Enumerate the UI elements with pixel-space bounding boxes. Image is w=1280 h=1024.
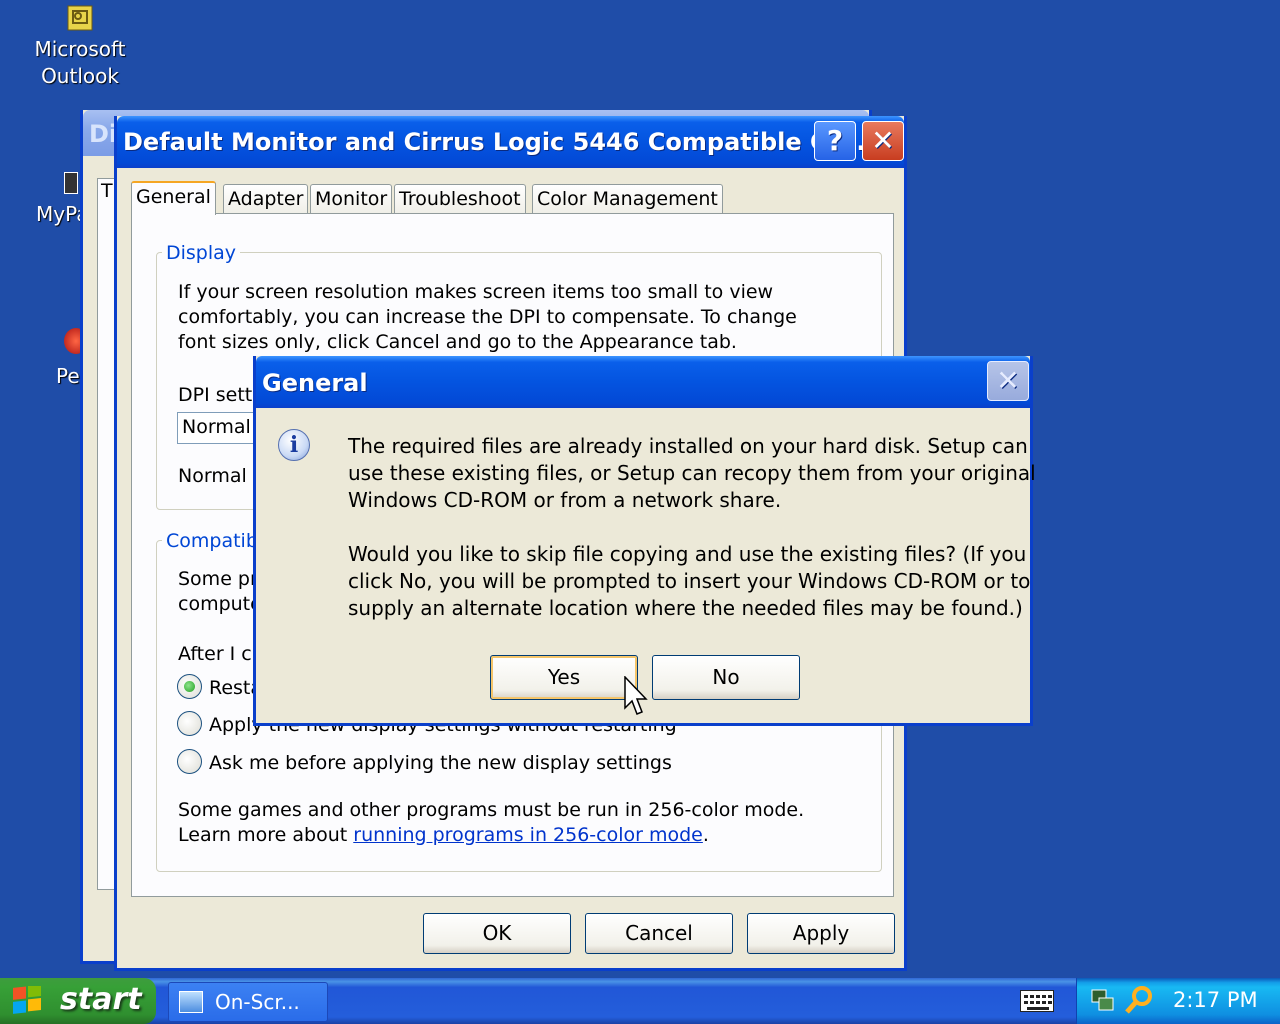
message-line: click No, you will be prompted to insert… — [348, 569, 1031, 593]
tab-label: Monitor — [315, 188, 388, 210]
radio-ask-label[interactable]: Ask me before applying the new display s… — [209, 751, 672, 776]
cancel-button[interactable]: Cancel — [585, 913, 733, 954]
start-button[interactable]: start — [0, 978, 156, 1024]
start-label: start — [60, 982, 142, 1017]
search-tray-icon[interactable] — [1123, 984, 1155, 1016]
clock: 2:17 PM — [1173, 988, 1258, 1012]
tab-label: Troubleshoot — [399, 188, 521, 210]
taskbar: start On-Scr... 2:17 PM — [0, 978, 1280, 1024]
keyboard-app-icon — [179, 991, 203, 1013]
help-icon: ? — [826, 124, 844, 157]
message-line: Windows CD-ROM or from a network share. — [348, 488, 782, 512]
message-line: Would you like to skip file copying and … — [348, 542, 1027, 566]
tab-label: Adapter — [228, 188, 304, 210]
dpi-setting-label: DPI setti — [178, 384, 258, 406]
network-tray-icon[interactable] — [1089, 986, 1117, 1014]
normal-size-label: Normal s — [178, 465, 263, 487]
close-icon: ✕ — [871, 124, 895, 157]
message-line: use these existing files, or Setup can r… — [348, 461, 1036, 485]
taskbar-item-on-screen-keyboard[interactable]: On-Scr... — [168, 982, 328, 1022]
desktop-icon-label: Microsoft — [34, 37, 126, 61]
no-label: No — [712, 665, 740, 689]
display-text-line: comfortably, you can increase the DPI to… — [178, 306, 797, 328]
compat-text-line: Some pr — [178, 568, 258, 590]
tab-color-management[interactable]: Color Management — [532, 184, 723, 213]
cancel-label: Cancel — [625, 921, 693, 945]
apply-label: Apply — [792, 921, 850, 945]
note-prefix: Learn more about — [178, 824, 354, 846]
setup-message-dialog[interactable]: General ✕ i The required files are alrea… — [253, 356, 1036, 726]
note-line-2: Learn more about running programs in 256… — [178, 823, 709, 848]
window-title: Default Monitor and Cirrus Logic 5446 Co… — [123, 128, 866, 156]
display-text-line: font sizes only, click Cancel and go to … — [178, 331, 737, 353]
tab-adapter[interactable]: Adapter — [223, 184, 309, 213]
display-group-title: Display — [162, 242, 241, 264]
keyboard-tray-icon[interactable] — [1020, 990, 1054, 1012]
windows-logo-icon — [12, 983, 42, 1016]
ok-label: OK — [482, 921, 512, 945]
yes-label: Yes — [547, 665, 581, 689]
compatibility-group-title: Compatib — [162, 530, 262, 552]
note-suffix: . — [702, 824, 709, 846]
dpi-select-value: Normal — [182, 416, 251, 438]
system-tray: 2:17 PM — [1076, 978, 1280, 1024]
apply-button[interactable]: Apply — [747, 913, 895, 954]
mouse-cursor-icon — [624, 675, 648, 718]
close-icon: ✕ — [996, 364, 1020, 397]
yes-button[interactable]: Yes — [490, 655, 638, 700]
outlook-icon — [66, 4, 94, 32]
radio-restart[interactable] — [177, 674, 202, 699]
window-title: Di — [89, 120, 118, 148]
tab-troubleshoot[interactable]: Troubleshoot — [394, 184, 526, 213]
info-icon: i — [278, 429, 310, 461]
after-change-label: After I ch — [178, 643, 264, 665]
note-line: Some games and other programs must be ru… — [178, 799, 805, 821]
tab-label: General — [136, 186, 211, 208]
no-button[interactable]: No — [652, 655, 800, 700]
radio-ask-before-applying[interactable] — [177, 749, 202, 774]
mypa-icon — [64, 172, 78, 194]
ok-button[interactable]: OK — [423, 913, 571, 954]
running-programs-link[interactable]: running programs in 256-color mode — [353, 824, 703, 846]
title-bar[interactable]: Default Monitor and Cirrus Logic 5446 Co… — [117, 116, 904, 168]
tab-label: Color Management — [537, 188, 718, 210]
display-text-line: If your screen resolution makes screen i… — [178, 281, 774, 303]
message-line: The required files are already installed… — [348, 434, 1028, 458]
tab-general[interactable]: General — [131, 181, 216, 215]
title-bar[interactable]: General ✕ — [256, 356, 1030, 408]
help-button[interactable]: ? — [814, 121, 856, 161]
compat-text-line: compute — [178, 593, 262, 615]
message-line: supply an alternate location where the n… — [348, 596, 1023, 620]
tab-stub[interactable]: T — [101, 180, 113, 202]
tab-monitor[interactable]: Monitor — [310, 184, 393, 213]
close-button[interactable]: ✕ — [862, 121, 904, 161]
radio-apply-without-restart[interactable] — [177, 711, 202, 736]
close-button[interactable]: ✕ — [987, 361, 1029, 401]
desktop-icon-label: Outlook — [41, 64, 119, 88]
taskbar-item-label: On-Scr... — [215, 990, 300, 1014]
dialog-title: General — [262, 369, 368, 397]
desktop-icon-outlook[interactable]: Microsoft Outlook — [25, 4, 135, 90]
desktop-icon-label: Pe — [56, 364, 80, 388]
